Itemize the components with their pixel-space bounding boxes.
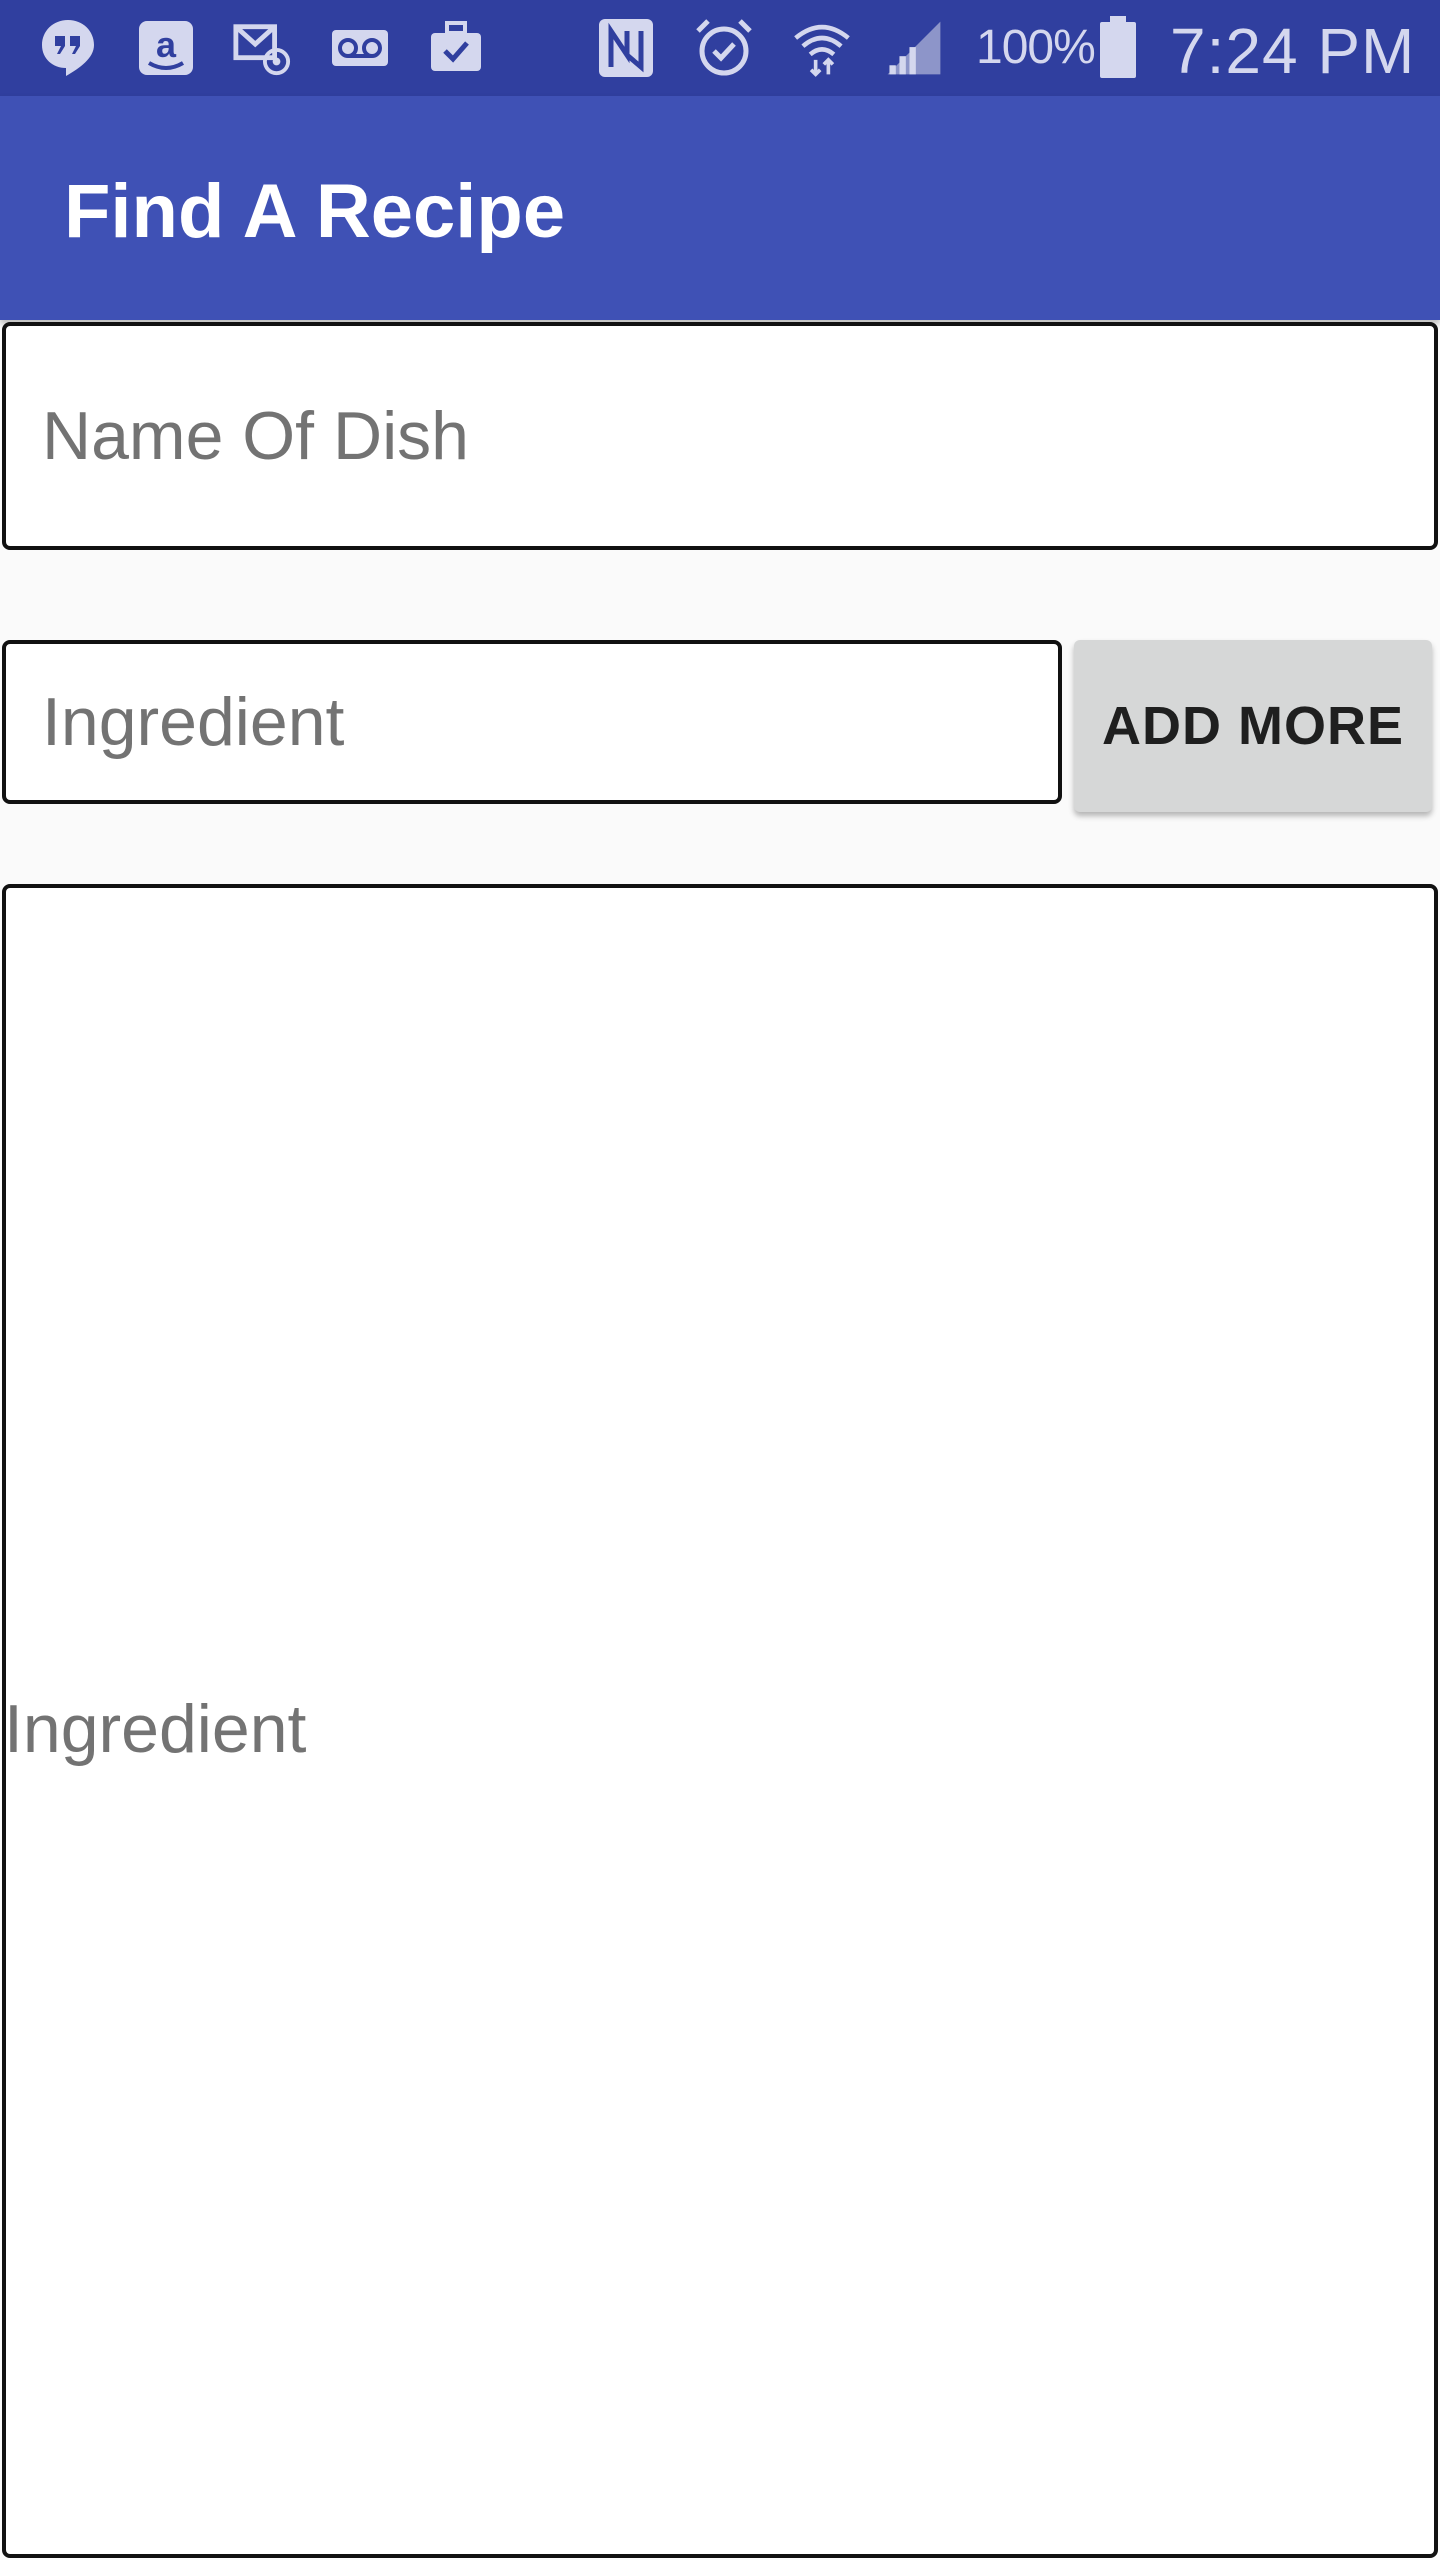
hangouts-icon [38,18,98,78]
battery-percent: 100% [976,21,1096,74]
work-briefcase-icon [426,18,486,78]
battery-icon [1094,16,1142,78]
app-bar: Find A Recipe [0,96,1440,320]
dish-name-input[interactable] [2,322,1438,550]
wifi-icon [792,18,852,78]
ingredient-list-text: Ingredient [4,1691,307,1767]
clock: 7:24 PM [1170,15,1416,87]
alarm-icon [694,18,754,78]
status-bar: a 100% 7:24 PM [0,0,1440,96]
signal-icon [884,18,944,78]
app-title: Find A Recipe [64,169,566,254]
svg-text:a: a [156,24,177,65]
voicemail-icon [330,18,390,78]
add-more-button[interactable]: ADD MORE [1074,640,1432,812]
nfc-icon [596,18,656,78]
ingredient-input[interactable] [2,640,1062,804]
ingredient-list[interactable]: Ingredient [2,884,1438,2558]
amazon-icon: a [136,18,196,78]
email-icon [232,18,292,78]
